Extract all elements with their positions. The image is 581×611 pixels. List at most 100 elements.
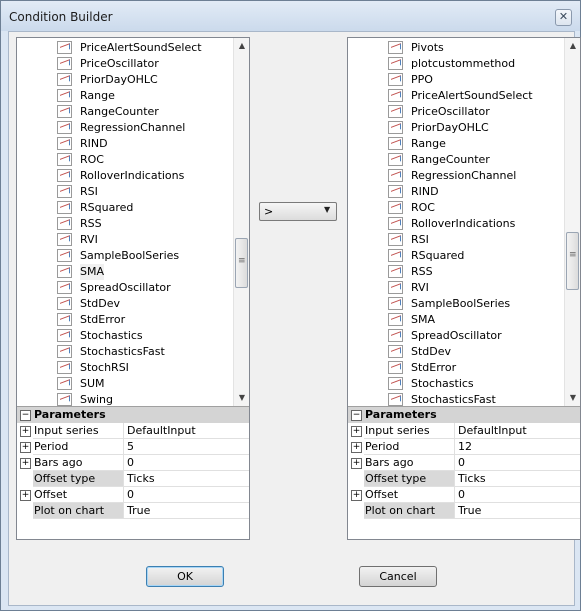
parameter-name: Offset type bbox=[364, 471, 455, 486]
dialog-body: PriceAlertSoundSelect PriceOscillator Prio… bbox=[8, 31, 581, 606]
ok-button[interactable]: OK bbox=[146, 566, 224, 587]
expand-icon[interactable]: + bbox=[20, 426, 31, 437]
list-item-label: StochasticsFast bbox=[80, 345, 165, 358]
list-item-label: Pivots bbox=[411, 41, 444, 54]
collapse-icon[interactable]: − bbox=[351, 410, 362, 421]
parameter-row[interactable]: + Period 5 bbox=[17, 439, 249, 455]
parameter-value[interactable]: DefaultInput bbox=[458, 423, 527, 439]
parameter-value[interactable]: True bbox=[127, 503, 150, 519]
scroll-down-icon[interactable]: ▼ bbox=[565, 390, 581, 406]
indicator-chart-icon bbox=[57, 233, 72, 246]
parameter-row[interactable]: + Offset 0 bbox=[348, 487, 580, 503]
list-item-label: ROC bbox=[80, 153, 104, 166]
parameter-row[interactable]: + Offset 0 bbox=[17, 487, 249, 503]
scroll-down-icon[interactable]: ▼ bbox=[234, 390, 250, 406]
list-item-label: PriceAlertSoundSelect bbox=[80, 41, 202, 54]
list-item-label: StdDev bbox=[80, 297, 121, 310]
title-bar[interactable]: Condition Builder ✕ bbox=[1, 1, 580, 31]
parameter-row[interactable]: + Input series DefaultInput bbox=[348, 423, 580, 439]
left-indicator-list[interactable]: PriceAlertSoundSelect PriceOscillator Prio… bbox=[17, 38, 233, 406]
parameter-value[interactable]: DefaultInput bbox=[127, 423, 196, 439]
row-gutter: + bbox=[348, 439, 364, 455]
parameter-name: Bars ago bbox=[364, 455, 455, 470]
expand-icon[interactable]: + bbox=[351, 490, 362, 501]
expand-icon[interactable]: + bbox=[20, 458, 31, 469]
parameter-name: Offset type bbox=[33, 471, 124, 486]
parameter-row[interactable]: + Period 12 bbox=[348, 439, 580, 455]
list-item-label: ROC bbox=[411, 201, 435, 214]
list-item-label: SpreadOscillator bbox=[411, 329, 502, 342]
parameter-value[interactable]: Ticks bbox=[458, 471, 486, 487]
indicator-chart-icon bbox=[388, 297, 403, 310]
indicator-chart-icon bbox=[57, 41, 72, 54]
list-item-label: PriorDayOHLC bbox=[80, 73, 158, 86]
indicator-chart-icon bbox=[388, 57, 403, 70]
parameter-value[interactable]: 0 bbox=[458, 455, 465, 471]
row-gutter bbox=[348, 503, 364, 519]
indicator-chart-icon bbox=[57, 297, 72, 310]
list-item-label: StdError bbox=[80, 313, 126, 326]
list-item-label: Stochastics bbox=[411, 377, 474, 390]
parameter-row[interactable]: + Input series DefaultInput bbox=[17, 423, 249, 439]
parameter-name: Plot on chart bbox=[33, 503, 124, 518]
list-item-label: StochasticsFast bbox=[411, 393, 496, 406]
indicator-chart-icon bbox=[388, 345, 403, 358]
right-list-scrollbar[interactable]: ▲ ▼ bbox=[564, 38, 580, 406]
indicator-chart-icon bbox=[388, 169, 403, 182]
indicator-chart-icon bbox=[388, 201, 403, 214]
parameter-row[interactable]: Offset type Ticks bbox=[348, 471, 580, 487]
row-gutter: + bbox=[348, 455, 364, 471]
scroll-up-icon[interactable]: ▲ bbox=[234, 38, 250, 54]
scroll-up-icon[interactable]: ▲ bbox=[565, 38, 581, 54]
list-item-label: RolloverIndications bbox=[411, 217, 516, 230]
right-parameters-grid: − Parameters + Input series DefaultInput + P… bbox=[348, 406, 580, 540]
scroll-thumb[interactable] bbox=[566, 232, 579, 290]
parameter-row[interactable]: + Bars ago 0 bbox=[17, 455, 249, 471]
scroll-thumb[interactable] bbox=[235, 238, 248, 288]
list-item-label: StdError bbox=[411, 361, 457, 374]
parameters-header-label: Parameters bbox=[34, 408, 106, 421]
cancel-button[interactable]: Cancel bbox=[359, 566, 437, 587]
parameter-row[interactable]: + Bars ago 0 bbox=[348, 455, 580, 471]
expand-icon[interactable]: + bbox=[351, 426, 362, 437]
list-item-label: RSS bbox=[411, 265, 433, 278]
expand-icon[interactable]: + bbox=[351, 458, 362, 469]
row-gutter: + bbox=[17, 423, 33, 439]
expand-icon[interactable]: + bbox=[351, 442, 362, 453]
list-item-label: PriceOscillator bbox=[80, 57, 159, 70]
parameter-value[interactable]: True bbox=[458, 503, 481, 519]
collapse-icon[interactable]: − bbox=[20, 410, 31, 421]
parameter-value[interactable]: 0 bbox=[458, 487, 465, 503]
row-gutter: + bbox=[348, 423, 364, 439]
indicator-chart-icon bbox=[388, 265, 403, 278]
operator-dropdown[interactable]: > ▼ bbox=[259, 202, 337, 221]
list-item-label: RSI bbox=[411, 233, 429, 246]
indicator-chart-icon bbox=[57, 121, 72, 134]
parameters-header[interactable]: − Parameters bbox=[17, 407, 249, 423]
list-item-label: Stochastics bbox=[80, 329, 143, 342]
parameter-value[interactable]: 12 bbox=[458, 439, 472, 455]
chevron-down-icon[interactable]: ▼ bbox=[324, 205, 330, 214]
parameter-value[interactable]: 0 bbox=[127, 455, 134, 471]
parameters-header[interactable]: − Parameters bbox=[348, 407, 580, 423]
indicator-chart-icon bbox=[57, 153, 72, 166]
expand-icon[interactable]: + bbox=[20, 490, 31, 501]
window-title: Condition Builder bbox=[9, 10, 113, 24]
list-item-label: SpreadOscillator bbox=[80, 281, 171, 294]
parameter-value[interactable]: 5 bbox=[127, 439, 134, 455]
indicator-chart-icon bbox=[57, 57, 72, 70]
parameter-value[interactable]: 0 bbox=[127, 487, 134, 503]
expand-icon[interactable]: + bbox=[20, 442, 31, 453]
left-list-scrollbar[interactable]: ▲ ▼ bbox=[233, 38, 249, 406]
parameter-value[interactable]: Ticks bbox=[127, 471, 155, 487]
indicator-chart-icon bbox=[388, 121, 403, 134]
list-item-label: SampleBoolSeries bbox=[80, 249, 180, 262]
list-item-label: Swing bbox=[80, 393, 113, 406]
parameter-row[interactable]: Offset type Ticks bbox=[17, 471, 249, 487]
list-item-label: RIND bbox=[80, 137, 108, 150]
parameter-row[interactable]: Plot on chart True bbox=[348, 503, 580, 519]
list-item-label: SMA bbox=[411, 313, 435, 326]
parameter-row[interactable]: Plot on chart True bbox=[17, 503, 249, 519]
right-indicator-list[interactable]: Pivots plotcustommethod PPO PriceAlertSound… bbox=[348, 38, 564, 406]
close-icon[interactable]: ✕ bbox=[555, 9, 572, 26]
